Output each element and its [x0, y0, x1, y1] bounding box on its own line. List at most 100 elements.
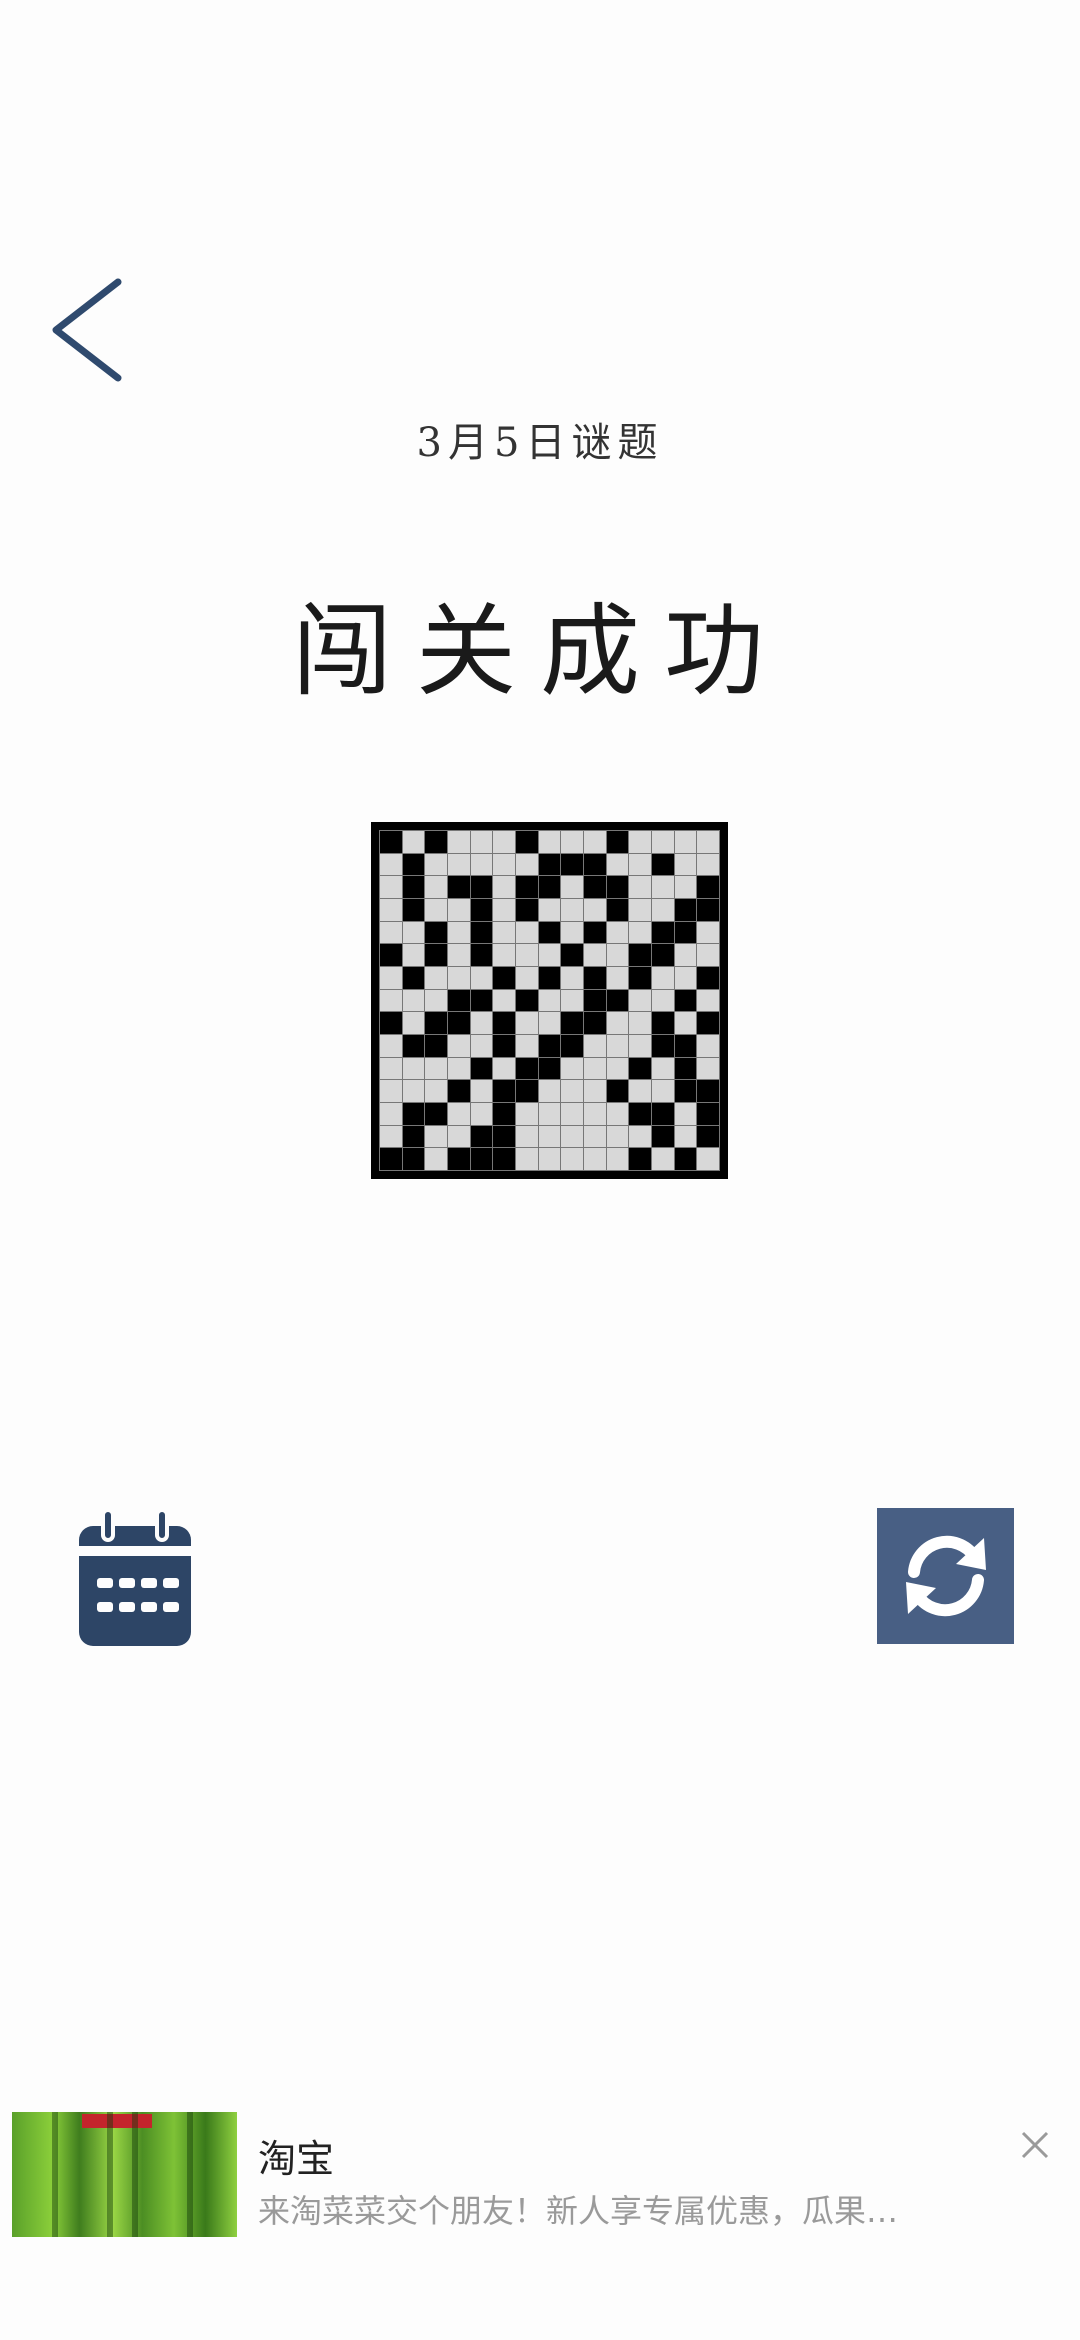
grid-cell[interactable] [538, 944, 561, 966]
grid-cell[interactable] [583, 966, 606, 989]
grid-cell[interactable] [402, 921, 425, 944]
grid-cell[interactable] [493, 1057, 515, 1080]
grid-cell[interactable] [425, 989, 447, 1012]
grid-cell[interactable] [447, 1125, 470, 1148]
grid-cell[interactable] [447, 1057, 470, 1080]
grid-cell[interactable] [493, 831, 515, 853]
grid-cell[interactable] [447, 898, 470, 921]
grid-cell[interactable] [561, 944, 583, 966]
grid-cell[interactable] [402, 831, 425, 853]
grid-cell[interactable] [380, 1012, 402, 1034]
grid-cell[interactable] [674, 898, 697, 921]
grid-cell[interactable] [447, 853, 470, 876]
grid-cell[interactable] [651, 1012, 674, 1034]
grid-cell[interactable] [697, 876, 719, 898]
grid-cell[interactable] [697, 1057, 719, 1080]
grid-cell[interactable] [425, 876, 447, 898]
grid-cell[interactable] [561, 853, 583, 876]
grid-cell[interactable] [538, 1034, 561, 1057]
grid-cell[interactable] [380, 1148, 402, 1170]
grid-cell[interactable] [606, 1080, 629, 1102]
grid-cell[interactable] [380, 1102, 402, 1125]
grid-cell[interactable] [651, 1102, 674, 1125]
grid-cell[interactable] [493, 853, 515, 876]
grid-cell[interactable] [651, 1125, 674, 1148]
back-button[interactable] [40, 270, 140, 390]
grid-cell[interactable] [651, 1080, 674, 1102]
grid-cell[interactable] [470, 1102, 493, 1125]
grid-cell[interactable] [538, 898, 561, 921]
grid-cell[interactable] [538, 876, 561, 898]
grid-cell[interactable] [538, 966, 561, 989]
grid-cell[interactable] [697, 944, 719, 966]
grid-cell[interactable] [561, 1148, 583, 1170]
grid-cell[interactable] [561, 921, 583, 944]
grid-cell[interactable] [697, 831, 719, 853]
grid-cell[interactable] [583, 1057, 606, 1080]
grid-cell[interactable] [425, 853, 447, 876]
grid-cell[interactable] [583, 898, 606, 921]
grid-cell[interactable] [470, 921, 493, 944]
grid-cell[interactable] [515, 1012, 538, 1034]
grid-cell[interactable] [402, 944, 425, 966]
grid-cell[interactable] [697, 989, 719, 1012]
grid-cell[interactable] [583, 1102, 606, 1125]
grid-cell[interactable] [402, 989, 425, 1012]
grid-cell[interactable] [470, 944, 493, 966]
grid-cell[interactable] [515, 853, 538, 876]
grid-cell[interactable] [629, 1057, 651, 1080]
grid-cell[interactable] [470, 1012, 493, 1034]
grid-cell[interactable] [425, 966, 447, 989]
grid-cell[interactable] [470, 876, 493, 898]
grid-cell[interactable] [402, 966, 425, 989]
grid-cell[interactable] [493, 966, 515, 989]
grid-cell[interactable] [606, 1034, 629, 1057]
grid-cell[interactable] [447, 1034, 470, 1057]
grid-cell[interactable] [651, 876, 674, 898]
grid-cell[interactable] [380, 1057, 402, 1080]
grid-cell[interactable] [583, 1034, 606, 1057]
grid-cell[interactable] [402, 1148, 425, 1170]
grid-cell[interactable] [515, 1034, 538, 1057]
grid-cell[interactable] [493, 876, 515, 898]
grid-cell[interactable] [515, 1057, 538, 1080]
grid-cell[interactable] [470, 966, 493, 989]
grid-cell[interactable] [538, 1057, 561, 1080]
grid-cell[interactable] [629, 1080, 651, 1102]
grid-cell[interactable] [561, 876, 583, 898]
grid-cell[interactable] [606, 989, 629, 1012]
grid-cell[interactable] [493, 1034, 515, 1057]
grid-cell[interactable] [606, 1102, 629, 1125]
grid-cell[interactable] [674, 966, 697, 989]
grid-cell[interactable] [674, 989, 697, 1012]
grid-cell[interactable] [515, 1125, 538, 1148]
grid-cell[interactable] [697, 1012, 719, 1034]
grid-cell[interactable] [561, 989, 583, 1012]
grid-cell[interactable] [674, 1102, 697, 1125]
grid-cell[interactable] [606, 921, 629, 944]
grid-cell[interactable] [651, 853, 674, 876]
grid-cell[interactable] [674, 876, 697, 898]
grid-cell[interactable] [538, 853, 561, 876]
grid-cell[interactable] [629, 944, 651, 966]
grid-cell[interactable] [629, 876, 651, 898]
grid-cell[interactable] [629, 1012, 651, 1034]
grid-cell[interactable] [561, 966, 583, 989]
grid-cell[interactable] [606, 1057, 629, 1080]
grid-cell[interactable] [402, 853, 425, 876]
grid-cell[interactable] [538, 1125, 561, 1148]
grid-cell[interactable] [380, 921, 402, 944]
grid-cell[interactable] [447, 1148, 470, 1170]
grid-cell[interactable] [697, 1148, 719, 1170]
grid-cell[interactable] [674, 921, 697, 944]
grid-cell[interactable] [402, 1057, 425, 1080]
restart-button[interactable] [877, 1508, 1014, 1644]
grid-cell[interactable] [651, 1057, 674, 1080]
grid-cell[interactable] [470, 1057, 493, 1080]
grid-cell[interactable] [583, 921, 606, 944]
grid-cell[interactable] [561, 898, 583, 921]
grid-cell[interactable] [447, 1012, 470, 1034]
grid-cell[interactable] [515, 876, 538, 898]
grid-cell[interactable] [697, 1125, 719, 1148]
grid-cell[interactable] [583, 1012, 606, 1034]
